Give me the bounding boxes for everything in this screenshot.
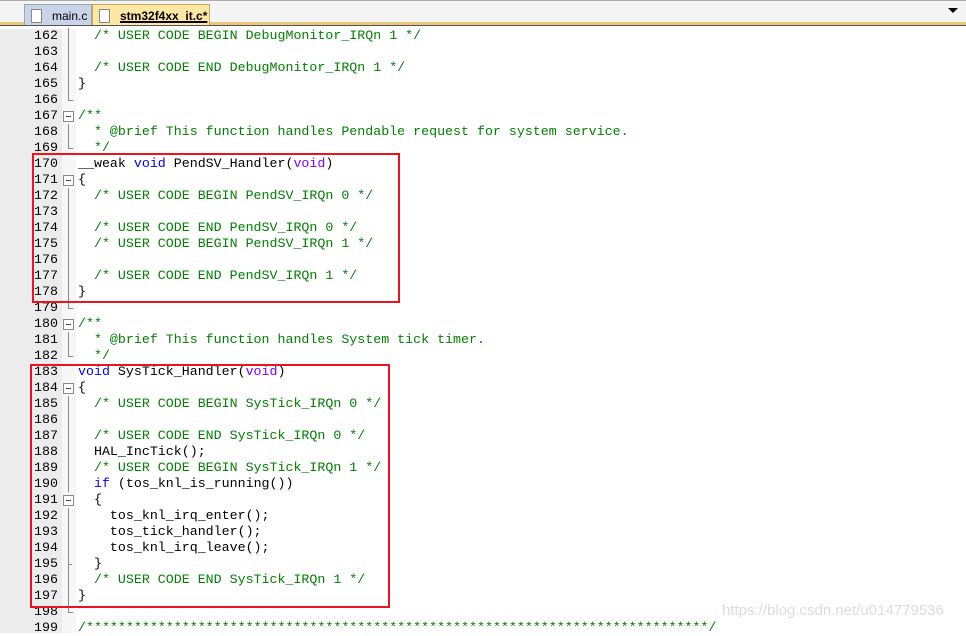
code-line[interactable]: 180 /** xyxy=(0,316,966,332)
code-text: /* USER CODE BEGIN DebugMonitor_IRQn 1 *… xyxy=(78,28,421,44)
code-text: } xyxy=(78,76,86,92)
code-line[interactable]: 199 /************************************… xyxy=(0,620,966,636)
file-icon xyxy=(99,8,110,23)
highlight-box-pendsv xyxy=(32,153,400,303)
line-number: 180 xyxy=(34,316,58,331)
tab-label: main.c xyxy=(52,8,88,23)
tab-bar: main.c stm32f4xx_it.c* xyxy=(0,0,966,26)
fold-line-icon xyxy=(63,332,75,348)
fold-line-icon xyxy=(63,76,75,92)
comment-token: /* USER CODE BEGIN DebugMonitor_IRQn 1 *… xyxy=(78,28,422,43)
fold-line-icon xyxy=(63,28,75,44)
code-text: /***************************************… xyxy=(78,620,716,636)
code-line[interactable]: 164 /* USER CODE END DebugMonitor_IRQn 1… xyxy=(0,60,966,76)
line-number: 162 xyxy=(34,28,58,43)
code-line[interactable]: 168 * @brief This function handles Penda… xyxy=(0,124,966,140)
tab-main-c[interactable]: main.c xyxy=(24,4,92,26)
fold-line-icon xyxy=(63,92,75,108)
code-line[interactable]: 163 xyxy=(0,44,966,60)
line-number: 167 xyxy=(34,108,58,123)
line-number: 199 xyxy=(34,620,58,635)
fold-line-icon xyxy=(63,44,75,60)
tab-label: stm32f4xx_it.c* xyxy=(120,8,208,23)
line-number: 163 xyxy=(34,44,58,59)
line-number: 166 xyxy=(34,92,58,107)
tab-list-dropdown-icon[interactable] xyxy=(948,8,958,13)
fold-line-icon xyxy=(63,348,75,364)
code-line[interactable]: 182 */ xyxy=(0,348,966,364)
line-number: 181 xyxy=(34,332,58,347)
code-line[interactable]: 162 /* USER CODE BEGIN DebugMonitor_IRQn… xyxy=(0,28,966,44)
comment-token: * @brief This function handles Pendable … xyxy=(78,124,629,139)
code-line[interactable]: 167 /** xyxy=(0,108,966,124)
code-text: * @brief This function handles System ti… xyxy=(78,332,485,348)
line-number: 165 xyxy=(34,76,58,91)
code-text: * @brief This function handles Pendable … xyxy=(78,124,629,140)
file-icon xyxy=(31,8,42,23)
line-number: 168 xyxy=(34,124,58,139)
code-line[interactable]: 166 xyxy=(0,92,966,108)
comment-token: */ xyxy=(78,348,110,363)
code-text: */ xyxy=(78,348,110,364)
fold-toggle-icon[interactable] xyxy=(63,108,75,124)
code-line[interactable]: 181 * @brief This function handles Syste… xyxy=(0,332,966,348)
fold-line-icon xyxy=(63,60,75,76)
comment-token: /* USER CODE END DebugMonitor_IRQn 1 */ xyxy=(78,60,406,75)
comment-token: /** xyxy=(78,316,102,331)
line-number: 182 xyxy=(34,348,58,363)
fold-line-icon xyxy=(63,124,75,140)
code-token: } xyxy=(78,76,86,91)
comment-token: /** xyxy=(78,108,102,123)
line-number: 164 xyxy=(34,60,58,75)
highlight-box-systick xyxy=(30,364,390,608)
watermark: https://blog.csdn.net/u014779536 xyxy=(722,602,944,619)
comment-token: * @brief This function handles System ti… xyxy=(78,332,485,347)
code-line[interactable]: 165} xyxy=(0,76,966,92)
code-text: /* USER CODE END DebugMonitor_IRQn 1 */ xyxy=(78,60,405,76)
code-text: /** xyxy=(78,108,102,124)
tab-stm32f4xx-it-c[interactable]: stm32f4xx_it.c* xyxy=(92,4,210,26)
code-text: /** xyxy=(78,316,102,332)
fold-toggle-icon[interactable] xyxy=(63,316,75,332)
